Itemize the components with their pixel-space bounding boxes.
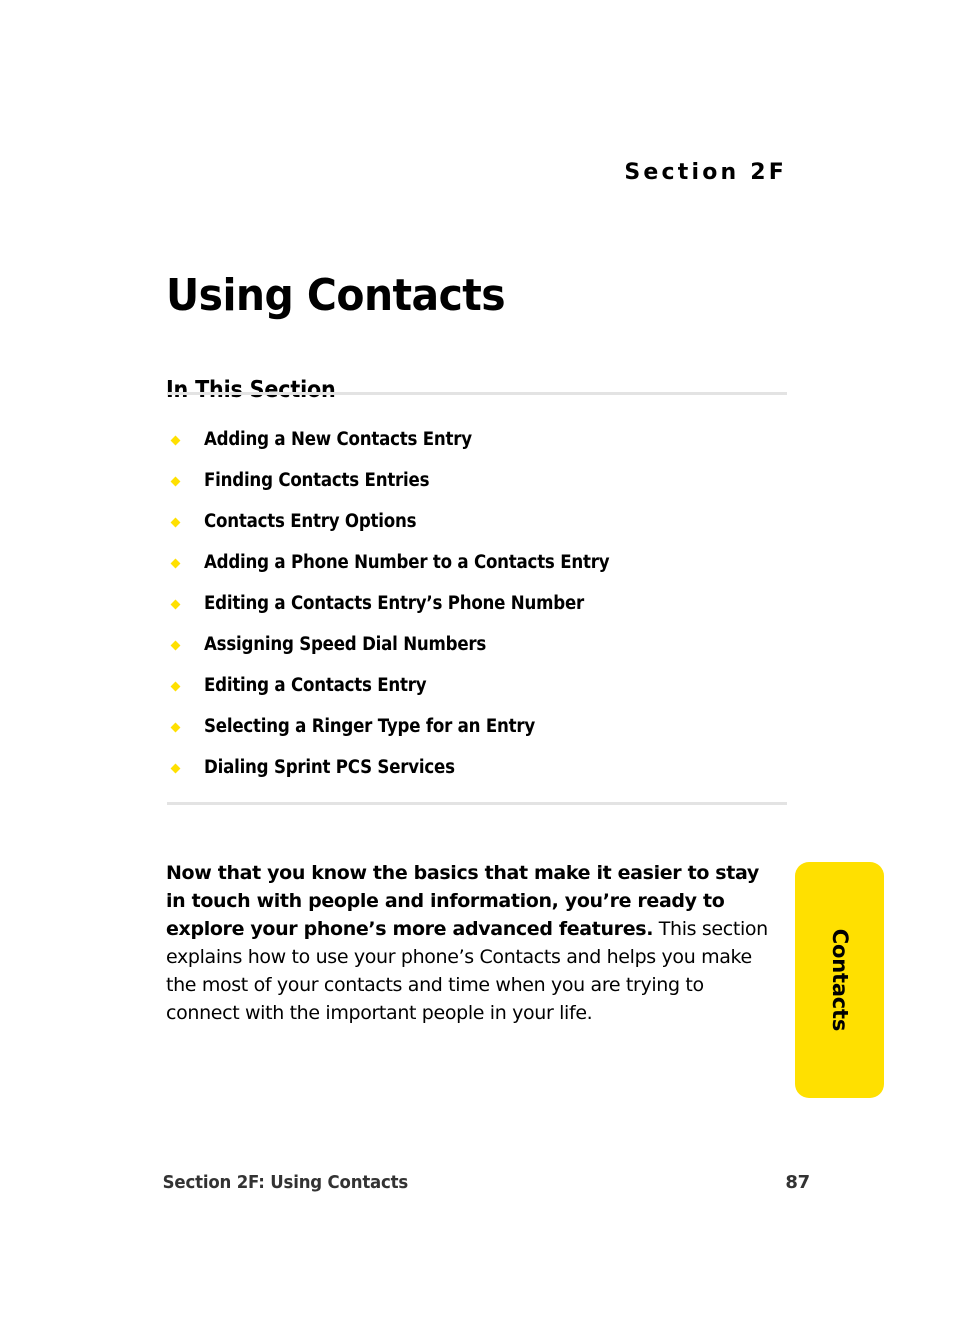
list-item: Selecting a Ringer Type for an Entry [166,706,806,747]
diamond-bullet-icon [170,681,181,691]
list-item-label: Contacts Entry Options [204,511,417,532]
list-item-label: Assigning Speed Dial Numbers [204,634,487,655]
list-item-label: Dialing Sprint PCS Services [204,757,455,778]
list-item-label: Adding a New Contacts Entry [204,429,472,450]
list-item: Finding Contacts Entries [166,460,806,501]
divider-top [167,392,787,395]
list-item-label: Editing a Contacts Entry [204,675,427,696]
page-footer: Section 2F: Using Contacts 87 [152,1172,811,1193]
list-item: Adding a New Contacts Entry [166,419,806,460]
list-item-label: Adding a Phone Number to a Contacts Entr… [204,552,610,573]
divider-bottom [167,802,787,805]
list-item: Assigning Speed Dial Numbers [166,624,806,665]
diamond-bullet-icon [170,722,181,732]
in-this-section-heading: In This Section [166,377,336,404]
document-page: Section 2F Using Contacts In This Sectio… [0,0,954,1336]
page-number: 87 [785,1172,810,1193]
diamond-bullet-icon [170,558,181,568]
list-item: Editing a Contacts Entry’s Phone Number [166,583,806,624]
intro-paragraph: Now that you know the basics that make i… [166,859,778,1027]
diamond-bullet-icon [170,599,181,609]
list-item: Dialing Sprint PCS Services [166,747,806,788]
diamond-bullet-icon [170,640,181,650]
footer-section-label: Section 2F: Using Contacts [162,1172,409,1193]
in-this-section-list: Adding a New Contacts Entry Finding Cont… [166,419,806,788]
list-item-label: Editing a Contacts Entry’s Phone Number [204,593,585,614]
diamond-bullet-icon [170,763,181,773]
list-item-label: Finding Contacts Entries [204,470,430,491]
diamond-bullet-icon [170,517,181,527]
chapter-side-tab: Contacts [795,862,884,1098]
chapter-side-tab-label: Contacts [827,928,852,1032]
diamond-bullet-icon [170,435,181,445]
list-item: Editing a Contacts Entry [166,665,806,706]
list-item-label: Selecting a Ringer Type for an Entry [204,716,536,737]
diamond-bullet-icon [170,476,181,486]
section-eyebrow: Section 2F [624,160,787,185]
list-item: Adding a Phone Number to a Contacts Entr… [166,542,806,583]
page-title: Using Contacts [166,270,506,322]
list-item: Contacts Entry Options [166,501,806,542]
